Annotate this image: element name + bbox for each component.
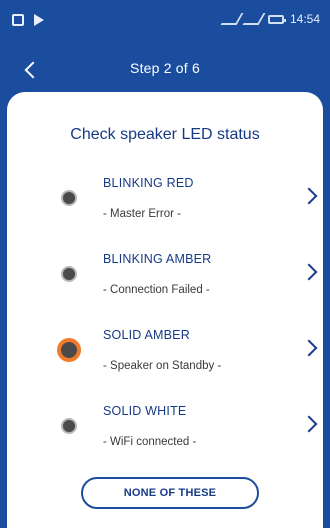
chevron-right-icon bbox=[300, 415, 318, 433]
option-title: SOLID WHITE bbox=[103, 404, 187, 418]
option-description: - Master Error - bbox=[103, 208, 181, 220]
status-right-icons: 14:54 bbox=[220, 12, 320, 26]
chevron-right-icon bbox=[300, 263, 318, 281]
led-indicator-icon bbox=[61, 418, 77, 434]
led-option-blinking-amber[interactable]: BLINKING AMBER - Connection Failed - bbox=[7, 238, 323, 308]
option-description: - Speaker on Standby - bbox=[103, 360, 222, 372]
chevron-right-icon bbox=[300, 339, 318, 357]
cellular-signal-icon bbox=[242, 13, 266, 25]
led-option-solid-white[interactable]: SOLID WHITE - WiFi connected - bbox=[7, 390, 323, 460]
status-left-icons bbox=[12, 14, 44, 26]
page-title: Step 2 of 6 bbox=[130, 60, 200, 76]
notification-icon bbox=[12, 14, 24, 26]
app-notification-icon bbox=[34, 14, 44, 26]
led-indicator-icon bbox=[61, 266, 77, 282]
led-indicator-icon bbox=[61, 190, 77, 206]
option-description: - Connection Failed - bbox=[103, 284, 210, 296]
option-description: - WiFi connected - bbox=[103, 436, 197, 448]
led-indicator-icon bbox=[57, 338, 81, 362]
status-bar: 14:54 bbox=[0, 0, 330, 48]
status-time: 14:54 bbox=[289, 12, 320, 26]
led-option-solid-amber[interactable]: SOLID AMBER - Speaker on Standby - bbox=[7, 314, 323, 384]
led-option-blinking-red[interactable]: BLINKING RED - Master Error - bbox=[7, 162, 323, 232]
none-of-these-button[interactable]: NONE OF THESE bbox=[81, 477, 259, 509]
top-app-bar: Step 2 of 6 bbox=[0, 48, 330, 92]
option-title: SOLID AMBER bbox=[103, 328, 190, 342]
content-card: Check speaker LED status BLINKING RED - … bbox=[7, 92, 323, 528]
option-title: BLINKING AMBER bbox=[103, 252, 212, 266]
option-title: BLINKING RED bbox=[103, 176, 194, 190]
chevron-right-icon bbox=[300, 187, 318, 205]
section-heading: Check speaker LED status bbox=[70, 126, 260, 143]
battery-icon bbox=[267, 14, 286, 24]
wifi-icon bbox=[220, 13, 244, 25]
